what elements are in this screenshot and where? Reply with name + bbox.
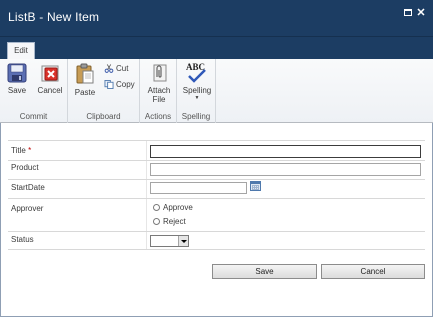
spelling-abc-icon: ABC [185, 63, 209, 83]
reject-radio[interactable]: Reject [153, 216, 186, 227]
title-field-label: Title * [11, 146, 31, 155]
paste-label: Paste [74, 88, 96, 97]
scissors-icon [104, 64, 114, 73]
radio-circle-icon [153, 218, 160, 225]
attach-label-line1: Attach [147, 86, 171, 95]
startdate-label: StartDate [11, 183, 45, 192]
tab-edit[interactable]: Edit [7, 42, 35, 59]
floppy-disk-icon [7, 63, 27, 83]
label-divider [146, 141, 147, 160]
calendar-icon[interactable] [250, 181, 261, 191]
form-row-status: Status [8, 231, 425, 250]
approve-radio-label: Approve [163, 203, 193, 212]
cut-button[interactable]: Cut [104, 63, 128, 74]
attach-file-button[interactable]: Attach File [144, 63, 174, 104]
copy-icon [104, 80, 114, 89]
close-icon[interactable]: ✕ [416, 8, 426, 19]
ribbon-tabstrip: Edit [0, 37, 433, 59]
cancel-x-icon [41, 65, 59, 82]
form-row-approver: Approver Approve Reject [8, 198, 425, 231]
label-divider [146, 232, 147, 249]
paste-button[interactable]: Paste [73, 63, 97, 97]
dialog-title: ListB - New Item [8, 10, 100, 24]
clipboard-group-label: Clipboard [86, 112, 121, 121]
paperclip-icon [153, 64, 167, 82]
approver-label: Approver [11, 204, 44, 213]
form-row-startdate: StartDate [8, 179, 425, 198]
cancel-button[interactable]: Cancel [321, 264, 425, 279]
spelling-button[interactable]: ABC Spelling ▼ [180, 63, 214, 102]
paste-icon [76, 63, 94, 84]
title-input[interactable] [150, 145, 421, 158]
label-divider [146, 199, 147, 231]
status-label: Status [11, 235, 34, 244]
actions-group-label: Actions [144, 112, 172, 121]
copy-label: Copy [116, 80, 135, 89]
checkmark-icon [188, 69, 206, 83]
reject-radio-label: Reject [163, 217, 186, 226]
radio-circle-icon [153, 204, 160, 211]
commit-group-label: Commit [19, 112, 48, 121]
save-button[interactable]: Save [212, 264, 317, 279]
cut-label: Cut [116, 64, 129, 73]
save-ribbon-label: Save [7, 86, 27, 95]
maximize-icon[interactable] [403, 8, 413, 18]
required-marker: * [28, 146, 32, 155]
spelling-dropdown-arrow-icon: ▼ [194, 95, 200, 101]
ribbon-group-actions: Attach File Actions [140, 59, 177, 123]
ribbon: Save Cancel Commit Paste Cut Copy Clipbo… [0, 59, 433, 123]
label-divider [146, 161, 147, 179]
form-row-product: Product [8, 160, 425, 179]
copy-button[interactable]: Copy [104, 79, 135, 90]
cancel-ribbon-label: Cancel [37, 86, 63, 95]
product-input[interactable] [150, 163, 421, 176]
form-row-title: Title * [8, 140, 425, 160]
cancel-ribbon-button[interactable]: Cancel [35, 63, 65, 95]
dialog-titlebar: ListB - New Item ✕ [0, 0, 433, 37]
ribbon-group-commit: Save Cancel Commit [0, 59, 68, 123]
spelling-label: Spelling [182, 86, 212, 95]
dropdown-arrow-icon[interactable] [178, 236, 188, 246]
product-label: Product [11, 163, 39, 172]
label-divider [146, 180, 147, 198]
status-select[interactable] [150, 235, 189, 247]
title-label-text: Title [11, 146, 26, 155]
save-ribbon-button[interactable]: Save [5, 63, 29, 95]
ribbon-group-spelling: ABC Spelling ▼ Spelling [177, 59, 216, 123]
startdate-input[interactable] [150, 182, 247, 194]
attach-label-line2: File [152, 95, 166, 104]
ribbon-group-clipboard: Paste Cut Copy Clipboard [68, 59, 140, 123]
spelling-group-label: Spelling [181, 112, 211, 121]
approve-radio[interactable]: Approve [153, 202, 193, 213]
